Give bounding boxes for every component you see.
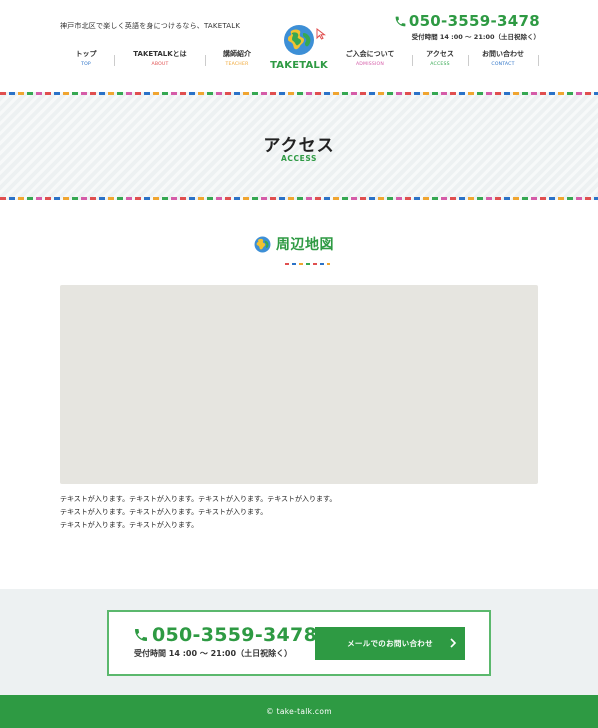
nav-divider xyxy=(538,55,539,66)
nav-item-label: アクセス xyxy=(426,50,454,58)
mail-contact-label: メールでのお問い合わせ xyxy=(347,639,433,648)
airmail-stripe-top xyxy=(0,92,598,95)
nav-item-label: 講師紹介 xyxy=(223,50,251,58)
nav-item-label: お問い合わせ xyxy=(482,50,524,58)
nav-item-label: TAKETALKとは xyxy=(133,50,187,58)
mail-contact-button[interactable]: メールでのお問い合わせ xyxy=(315,627,465,660)
site-header: 神戸市北区で楽しく英語を身につけるなら、TAKETALK 050-3559-34… xyxy=(0,0,598,92)
site-footer: © take-talk.com xyxy=(0,695,598,728)
page-title: アクセス xyxy=(263,136,335,156)
nav-divider xyxy=(114,55,115,66)
nav-item-top[interactable]: トップ TOP xyxy=(60,47,112,71)
phone-icon xyxy=(135,629,147,641)
logo-text: TAKETALK xyxy=(270,60,328,71)
nav-item-sublabel: ABOUT xyxy=(151,62,169,67)
nav-item-sublabel: TOP xyxy=(81,62,91,67)
nav-item-sublabel: ADMISSION xyxy=(355,62,385,67)
section-heading: 周辺地図 xyxy=(254,234,334,254)
nav-item-sublabel: ACCESS xyxy=(430,62,450,67)
page-subtitle: ACCESS xyxy=(280,154,317,163)
text-line: テキストが入ります。テキストが入ります。 xyxy=(60,521,199,529)
section-title: 周辺地図 xyxy=(276,237,334,253)
nav-item-label: ご入会について xyxy=(345,50,395,58)
map-embed[interactable] xyxy=(60,285,538,484)
phone-icon xyxy=(395,16,406,26)
tagline: 神戸市北区で楽しく英語を身につけるなら、TAKETALK xyxy=(60,22,241,30)
header-phone-hours: 受付時間 14 :00 〜 21:00（土日祝除く） xyxy=(411,33,540,41)
contact-phone[interactable]: 050-3559-3478 xyxy=(133,624,317,646)
nav-divider xyxy=(205,55,206,66)
access-description: テキストが入ります。テキストが入ります。テキストが入ります。テキストが入ります。… xyxy=(60,493,538,532)
section-divider xyxy=(285,263,330,265)
nav-item-admission[interactable]: ご入会について ADMISSION xyxy=(333,47,407,71)
nav-divider xyxy=(412,55,413,66)
copyright: © take-talk.com xyxy=(266,707,332,716)
airmail-stripe-bottom xyxy=(0,197,598,200)
globe-icon xyxy=(254,236,271,252)
nav-item-access[interactable]: アクセス ACCESS xyxy=(414,47,466,71)
header-phone-number[interactable]: 050-3559-3478 xyxy=(409,12,540,30)
text-line: テキストが入ります。テキストが入ります。テキストが入ります。 xyxy=(60,508,268,516)
contact-phone-number[interactable]: 050-3559-3478 xyxy=(152,624,317,646)
nav-item-about[interactable]: TAKETALKとは ABOUT xyxy=(116,47,204,71)
chevron-right-icon xyxy=(450,638,457,648)
site-logo[interactable]: TAKETALK xyxy=(268,24,330,74)
nav-item-sublabel: CONTACT xyxy=(491,62,515,67)
nav-item-contact[interactable]: お問い合わせ CONTACT xyxy=(470,47,536,71)
contact-hours: 受付時間 14 :00 〜 21:00（土日祝除く） xyxy=(134,649,293,658)
cursor-icon xyxy=(316,28,326,40)
nav-item-sublabel: TEACHER xyxy=(225,62,249,67)
nav-item-label: トップ xyxy=(75,50,97,58)
text-line: テキストが入ります。テキストが入ります。テキストが入ります。テキストが入ります。 xyxy=(60,495,337,503)
header-phone[interactable]: 050-3559-3478 受付時間 14 :00 〜 21:00（土日祝除く） xyxy=(394,12,540,41)
globe-icon xyxy=(284,25,314,55)
contact-box: 050-3559-3478 受付時間 14 :00 〜 21:00（土日祝除く）… xyxy=(107,610,491,676)
nav-divider xyxy=(468,55,469,66)
page: 神戸市北区で楽しく英語を身につけるなら、TAKETALK 050-3559-34… xyxy=(0,0,598,728)
nav-item-teacher[interactable]: 講師紹介 TEACHER xyxy=(208,47,266,71)
